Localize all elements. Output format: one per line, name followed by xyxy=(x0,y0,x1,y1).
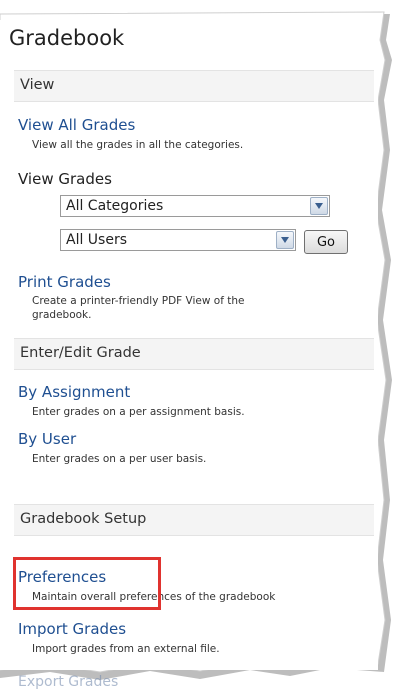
view-all-grades-link[interactable]: View All Grades xyxy=(18,116,135,134)
by-user-description: Enter grades on a per user basis. xyxy=(32,453,207,465)
chevron-down-icon[interactable] xyxy=(276,231,294,249)
print-grades-description-line1: Create a printer-friendly PDF View of th… xyxy=(32,295,245,307)
category-select-value: All Categories xyxy=(66,198,164,214)
category-select[interactable]: All Categories xyxy=(60,195,330,217)
view-all-grades-description: View all the grades in all the categorie… xyxy=(32,139,244,151)
import-grades-description: Import grades from an external file. xyxy=(32,643,220,655)
user-select[interactable]: All Users xyxy=(60,229,296,251)
section-enter-edit-label: Enter/Edit Grade xyxy=(20,345,141,361)
print-grades-description-line2: gradebook. xyxy=(32,309,92,321)
by-assignment-link[interactable]: By Assignment xyxy=(18,383,130,401)
print-grades-link[interactable]: Print Grades xyxy=(18,273,111,291)
chevron-down-icon[interactable] xyxy=(310,197,328,215)
by-assignment-description: Enter grades on a per assignment basis. xyxy=(32,406,245,418)
preferences-highlight-box xyxy=(13,557,161,610)
view-grades-label: View Grades xyxy=(18,170,112,188)
section-view-label: View xyxy=(20,77,55,93)
section-header-view: View xyxy=(14,70,374,102)
section-setup-label: Gradebook Setup xyxy=(20,511,147,527)
export-grades-link-cutoff[interactable]: Export Grades xyxy=(18,674,118,690)
by-user-link[interactable]: By User xyxy=(18,430,76,448)
section-header-enter-edit: Enter/Edit Grade xyxy=(14,338,374,370)
user-select-value: All Users xyxy=(66,232,128,248)
go-button[interactable]: Go xyxy=(304,230,348,254)
import-grades-link[interactable]: Import Grades xyxy=(18,620,126,638)
section-header-setup: Gradebook Setup xyxy=(14,504,374,536)
page-title: Gradebook xyxy=(9,26,125,50)
